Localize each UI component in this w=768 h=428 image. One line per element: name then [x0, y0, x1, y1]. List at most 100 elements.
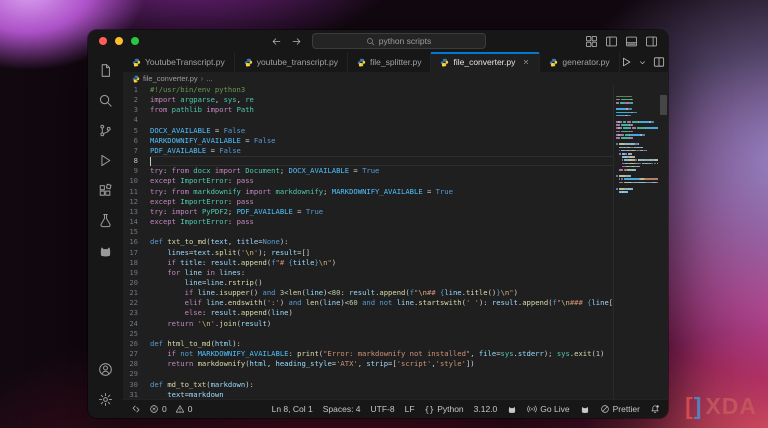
breadcrumb-file: file_converter.py: [143, 74, 198, 83]
tab-YoutubeTranscript.py[interactable]: YoutubeTranscript.py: [123, 52, 235, 72]
tab-label: file_converter.py: [453, 57, 515, 67]
line-number: 13: [123, 207, 145, 217]
line-number: 3: [123, 105, 145, 115]
activity-extensions[interactable]: [91, 175, 121, 205]
tab-file_splitter.py[interactable]: file_splitter.py: [348, 52, 432, 72]
code-line-22: elif line.endswith(':') and len(line)<60…: [150, 298, 613, 308]
python-file-icon: [440, 58, 449, 67]
code-line-18: if title: result.append(f"# {title}\n"): [150, 258, 613, 268]
search-icon: [366, 37, 375, 46]
scrollbar[interactable]: [658, 85, 668, 399]
breadcrumb[interactable]: file_converter.py › ...: [123, 72, 668, 85]
line-number: 29: [123, 369, 145, 379]
line-number: 18: [123, 258, 145, 268]
status-indentation[interactable]: Spaces: 4: [323, 404, 361, 414]
run-debug-icon: [98, 153, 113, 168]
split-editor-button[interactable]: [653, 56, 665, 68]
close-window-button[interactable]: [99, 37, 107, 45]
line-number: 19: [123, 268, 145, 278]
gear-icon: [98, 392, 113, 407]
scrollbar-slider[interactable]: [660, 95, 667, 115]
line-number: 8: [123, 156, 145, 166]
command-center-search[interactable]: python scripts: [312, 33, 486, 49]
run-icon: [620, 56, 632, 68]
code-line-26: def html_to_md(html):: [150, 339, 613, 349]
code-line-6: MARKDOWNIFY_AVAILABLE = False: [150, 136, 613, 146]
activity-settings[interactable]: [91, 384, 121, 414]
code-line-23: else: result.append(line): [150, 308, 613, 318]
status-cat-extension-status[interactable]: [507, 404, 517, 414]
status-python-version[interactable]: 3.12.0: [474, 404, 498, 414]
code-line-2: import argparse, sys, re: [150, 95, 613, 105]
run-dropdown-button[interactable]: [638, 58, 647, 67]
files-icon: [98, 63, 113, 78]
warning-icon: [175, 404, 185, 414]
toggle-panel-icon[interactable]: [625, 35, 638, 48]
status-label: UTF-8: [371, 404, 395, 414]
line-number: 14: [123, 217, 145, 227]
status-cat-extension-status-2[interactable]: [580, 404, 590, 414]
code-editor[interactable]: 1234567891011121314151617181920212223242…: [123, 85, 668, 399]
minimize-window-button[interactable]: [115, 37, 123, 45]
line-number: 4: [123, 115, 145, 125]
activity-explorer[interactable]: [91, 55, 121, 85]
status-label: Ln 8, Col 1: [272, 404, 313, 414]
traffic-lights: [99, 37, 139, 45]
line-number: 7: [123, 146, 145, 156]
code-line-15: [150, 227, 613, 237]
activity-run-and-debug[interactable]: [91, 145, 121, 175]
line-number: 10: [123, 176, 145, 186]
status-warnings-count[interactable]: 0: [175, 404, 193, 414]
status-end-of-line[interactable]: LF: [405, 404, 415, 414]
toggle-sidebar-left-icon[interactable]: [605, 35, 618, 48]
line-number: 28: [123, 359, 145, 369]
python-file-icon: [132, 58, 141, 67]
status-language-mode[interactable]: {}Python: [425, 404, 464, 414]
vscode-window: python scripts YoutubeTranscript.pyyoutu…: [88, 30, 668, 418]
line-number: 30: [123, 380, 145, 390]
line-number: 26: [123, 339, 145, 349]
status-encoding[interactable]: UTF-8: [371, 404, 395, 414]
activity-search[interactable]: [91, 85, 121, 115]
bell-dot-icon: [650, 404, 660, 414]
error-icon: [149, 404, 159, 414]
line-number: 27: [123, 349, 145, 359]
activity-source-control[interactable]: [91, 115, 121, 145]
customize-layout-icon[interactable]: [585, 35, 598, 48]
nav-arrows: [271, 36, 302, 47]
activity-testing[interactable]: [91, 205, 121, 235]
line-number: 23: [123, 308, 145, 318]
run-button[interactable]: [620, 56, 632, 68]
status-cursor-position[interactable]: Ln 8, Col 1: [272, 404, 313, 414]
tab-generator.py[interactable]: generator.py: [540, 52, 619, 72]
toggle-sidebar-right-icon[interactable]: [645, 35, 658, 48]
minimap[interactable]: [613, 85, 658, 399]
tab-close-button[interactable]: [522, 58, 530, 66]
status-remote-indicator[interactable]: [131, 404, 141, 414]
forward-arrow-icon[interactable]: [291, 36, 302, 47]
activity-pets-extension[interactable]: [91, 235, 121, 265]
line-number: 31: [123, 390, 145, 400]
code-line-20: line=line.rstrip(): [150, 278, 613, 288]
code-line-29: [150, 369, 613, 379]
status-prettier[interactable]: Prettier: [600, 404, 640, 414]
line-number: 5: [123, 126, 145, 136]
code-line-28: return markdownify(html, heading_style='…: [150, 359, 613, 369]
status-notifications[interactable]: [650, 404, 660, 414]
back-arrow-icon[interactable]: [271, 36, 282, 47]
tab-label: generator.py: [562, 57, 609, 67]
status-label: 0: [188, 404, 193, 414]
status-go-live[interactable]: Go Live: [527, 404, 569, 414]
zoom-window-button[interactable]: [131, 37, 139, 45]
line-number: 20: [123, 278, 145, 288]
remote-icon: [131, 404, 141, 414]
line-number: 17: [123, 248, 145, 258]
status-errors-count[interactable]: 0: [149, 404, 167, 414]
code-line-7: PDF_AVAILABLE = False: [150, 146, 613, 156]
python-file-icon: [132, 75, 140, 83]
activity-accounts[interactable]: [91, 354, 121, 384]
code-line-13: try: import PyPDF2; PDF_AVAILABLE = True: [150, 207, 613, 217]
tab-youtube_transcript.py[interactable]: youtube_transcript.py: [235, 52, 348, 72]
code-line-9: try: from docx import Document; DOCX_AVA…: [150, 166, 613, 176]
tab-file_converter.py[interactable]: file_converter.py: [431, 52, 540, 72]
